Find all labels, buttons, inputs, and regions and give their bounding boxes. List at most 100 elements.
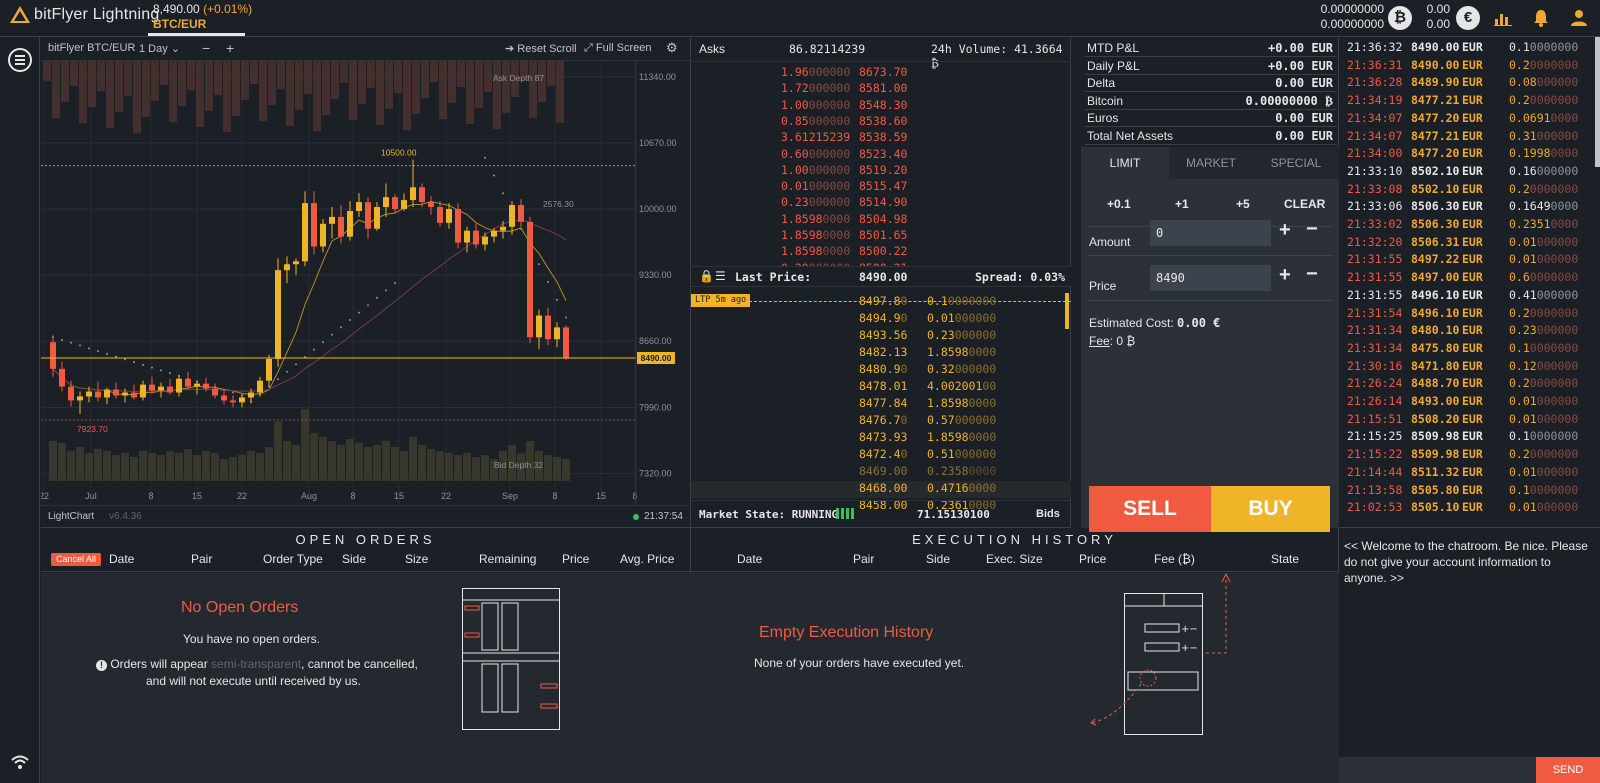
user-icon[interactable] [1570,9,1588,27]
bid-row[interactable]: 8469.00 0.23580000 [691,464,1071,481]
volume-bar [400,451,408,481]
ask-row[interactable]: 0.60000000 8523.40 [691,147,1071,164]
ask-depth-bar [70,61,78,86]
indicator-dot [160,369,162,372]
bid-row[interactable]: 8493.56 0.23000000 [691,328,1071,345]
zoom-in-button[interactable]: + [226,40,234,56]
col-order-type[interactable]: Order Type [263,552,323,566]
ask-row[interactable]: 1.00000000 8548.30 [691,98,1071,115]
bid-row[interactable]: 8473.93 1.85980000 [691,430,1071,447]
quick-add-1-button[interactable]: +1 [1175,197,1189,211]
ask-depth-bar [358,61,366,104]
price-input[interactable]: 8490 [1150,265,1271,291]
bell-icon[interactable] [1533,9,1549,27]
bid-row[interactable]: 8476.70 0.57000000 [691,413,1071,430]
ask-row[interactable]: 0.23000000 8514.90 [691,195,1071,212]
col-exec-state[interactable]: State [1271,552,1299,566]
ask-price: 8519.20 [859,162,908,177]
indicator-dot [142,363,144,366]
reset-scroll-button[interactable]: ➔ Reset Scroll [505,42,577,55]
menu-icon[interactable] [8,48,32,72]
trade-time: 21:15:25 [1347,429,1403,444]
candlestick-chart[interactable]: 11340.00 10670.00 10000.00 9330.00 8660.00 79… [41,61,691,505]
trades-scrollbar[interactable] [1595,37,1600,167]
trade-row: 21:36:32 8490.00 EUR 0.10000000 [1339,40,1600,58]
execution-history-body [691,573,1339,783]
col-exec-side[interactable]: Side [926,552,950,566]
bid-row[interactable]: 8472.40 0.51000000 [691,447,1071,464]
price-increase-button[interactable]: + [1279,264,1291,287]
bid-row[interactable]: 8478.01 4.00200100 [691,379,1071,396]
tab-market[interactable]: MARKET [1169,147,1253,179]
price-decrease-button[interactable]: − [1306,263,1318,286]
ask-row[interactable]: 0.01000000 8515.47 [691,179,1071,196]
ask-row[interactable]: 1.72000000 8581.00 [691,81,1071,98]
depth-scroll-indicator[interactable] [1065,293,1069,329]
bid-row[interactable]: 8497.80 0.10000000 [691,294,1071,311]
col-avg-price[interactable]: Avg. Price [620,552,674,566]
list-icon[interactable]: ☰ [715,269,726,283]
bid-row[interactable]: 8494.90 0.01000000 [691,311,1071,328]
col-side[interactable]: Side [342,552,366,566]
ask-row[interactable]: 0.85000000 8538.60 [691,114,1071,131]
ask-depth-bar [142,61,150,117]
bid-row[interactable]: 8468.00 0.47160000 [691,481,1071,498]
col-exec-date[interactable]: Date [737,552,762,566]
ask-depth-bar [115,61,123,112]
zoom-out-button[interactable]: − [202,40,210,56]
quick-add-5-button[interactable]: +5 [1236,197,1250,211]
amount-increase-button[interactable]: + [1279,219,1291,242]
no-open-orders-title: No Open Orders [181,599,299,616]
trade-row: 21:31:55 8497.22 EUR 0.01000000 [1339,252,1600,270]
col-price[interactable]: Price [562,552,589,566]
clear-button[interactable]: CLEAR [1284,197,1325,211]
trade-size: 0.23510000 [1509,217,1579,231]
buy-button[interactable]: BUY [1211,486,1330,532]
euro-icon[interactable]: € [1456,6,1480,30]
ticker-change: (+0.01%) [203,2,253,16]
bid-row[interactable]: 8482.13 1.85980000 [691,345,1071,362]
col-exec-pair[interactable]: Pair [853,552,874,566]
full-screen-button[interactable]: ⤢ Full Screen [584,42,652,55]
col-remaining[interactable]: Remaining [479,552,536,566]
chat-input[interactable] [1339,757,1536,783]
ask-depth-bar [304,61,312,94]
ask-depth-bar [529,61,537,118]
ask-row[interactable]: 1.00000000 8519.20 [691,163,1071,180]
interval-selector[interactable]: 1 Day ⌄ [139,42,180,55]
col-pair[interactable]: Pair [191,552,212,566]
quick-add-0-1-button[interactable]: +0.1 [1107,197,1131,211]
pair-selector[interactable]: BTC/EUR [153,17,206,31]
chart-toolbar: bitFlyer BTC/EUR 1 Day ⌄ − + ➔ Reset Scr… [41,37,691,61]
lock-icon[interactable]: 🔒 [699,269,714,283]
col-size[interactable]: Size [405,552,428,566]
ask-row[interactable]: 3.61215239 8538.59 [691,130,1071,147]
fee-link[interactable]: Fee [1089,334,1110,348]
chat-send-button[interactable]: SEND [1536,757,1600,783]
amount-decrease-button[interactable]: − [1306,218,1318,241]
ask-row[interactable]: 1.85980000 8500.22 [691,244,1071,261]
bitcoin-icon[interactable]: ₿ [1388,6,1412,30]
bid-price: 8482.13 [859,345,908,359]
ask-row[interactable]: 1.96000000 8673.70 [691,65,1071,82]
trade-history: 21:36:32 8490.00 EUR 0.10000000 21:36:31 8490… [1339,37,1600,528]
amount-input[interactable]: 0 [1150,220,1271,246]
tab-special[interactable]: SPECIAL [1253,147,1339,179]
ask-row[interactable]: 1.85980000 8504.98 [691,212,1071,229]
bid-row[interactable]: 8480.90 0.32000000 [691,362,1071,379]
cancel-all-button[interactable]: Cancel All [51,553,102,566]
trade-row: 21:33:06 8506.30 EUR 0.16490000 [1339,199,1600,217]
ticker-price[interactable]: 8,490.00 (+0.01%) [153,2,252,16]
sell-button[interactable]: SELL [1089,486,1211,532]
ask-row[interactable]: 1.85980000 8501.65 [691,228,1071,245]
candle-body [545,315,551,340]
btc-balance-1: 0.00000000 [1320,2,1384,16]
chart-stats-icon[interactable] [1494,10,1512,26]
col-exec-price[interactable]: Price [1079,552,1106,566]
bid-row[interactable]: 8477.84 1.85980000 [691,396,1071,413]
col-exec-fee[interactable]: Fee (₿) [1154,552,1195,566]
col-date[interactable]: Date [109,552,134,566]
col-exec-size[interactable]: Exec. Size [986,552,1043,566]
gear-icon[interactable]: ⚙ [666,40,678,56]
tab-limit[interactable]: LIMIT [1081,147,1169,179]
